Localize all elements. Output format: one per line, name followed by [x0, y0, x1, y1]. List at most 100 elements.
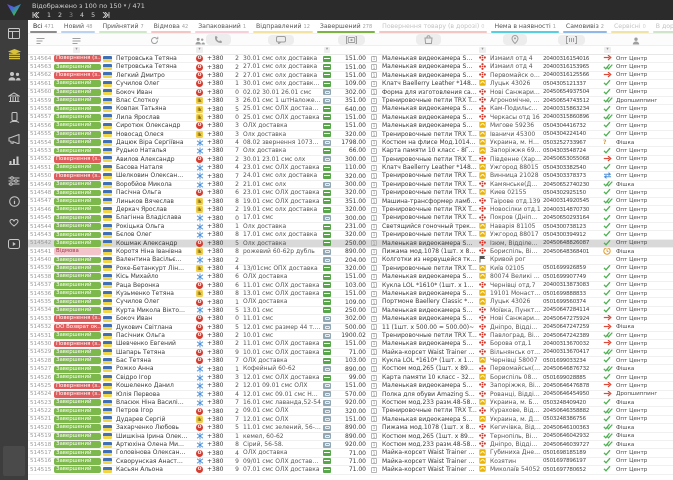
order-row-514559[interactable]: 514559 Завершений Влас Слоткоу lk +380 3 26.01… — [28, 96, 673, 106]
tracking-number[interactable]: 20400315863234 — [541, 105, 601, 112]
tracking-number[interactable]: 20450647247259 — [541, 324, 601, 331]
order-row-514525[interactable]: 514525 Повернення (з… Кошеленко Данил +380 2… — [28, 382, 673, 391]
order-row-514537[interactable]: 514537 Завершений Раца Веронка O +380 6 11.01 … — [28, 281, 673, 290]
order-row-514561[interactable]: 514561 Завершений Сучилов Олег O +380 1 30.01 … — [28, 80, 673, 89]
phone-number[interactable]: +380 — [205, 332, 231, 339]
order-row-514535[interactable]: 514535 Завершений Сучилов Олег O +380 1 ОЛХ до… — [28, 298, 673, 307]
order-row-514553[interactable]: 514553 Завершений Рудько Наталья +380 7 Олх д… — [28, 147, 673, 156]
tracking-number[interactable]: 20450648826087 — [541, 240, 601, 247]
tracking-number[interactable]: 20400313670032 — [541, 340, 601, 347]
phone-number[interactable]: +380 — [205, 290, 231, 297]
tracking-number[interactable]: 20450646476878 — [541, 382, 601, 389]
tracking-number[interactable]: 20450653055068 — [541, 156, 601, 163]
phone-number[interactable]: +380 — [205, 147, 231, 154]
phone-number[interactable]: +380 — [205, 223, 231, 230]
filter-dropdown-pay[interactable]: ▾ — [323, 47, 331, 53]
order-row-514516[interactable]: 514516 Завершений Скворунская Анаст… +380 9 0… — [28, 457, 673, 467]
order-row-514538[interactable]: 514538 Завершений Кісь Михайло +380 6 ОЛХ дос… — [28, 273, 673, 282]
tab-завершений[interactable]: Завершений 278 — [315, 20, 377, 33]
phone-number[interactable]: +380 — [205, 206, 231, 213]
order-row-514536[interactable]: 514536 Завершений Кузьменко Тетяна lk +380 8 1… — [28, 289, 673, 299]
order-row-514549[interactable]: 514549 Завершений Воробйов Микола +380 2 21.0… — [28, 180, 673, 190]
tracking-number[interactable]: 20450646039727 — [541, 441, 601, 448]
phone-number[interactable]: +380 — [205, 172, 231, 180]
phone-number[interactable]: +380 — [205, 231, 231, 238]
sidebar-item-dashboard[interactable] — [7, 27, 21, 40]
order-row-514552[interactable]: 514552 Повернення (з… Авилов Александр O +38… — [28, 155, 673, 165]
order-row-514560[interactable]: 514560 Завершений Бокоч Иван O +380 0 02.02 30… — [28, 88, 673, 97]
phone-number[interactable]: +380 — [205, 407, 231, 415]
phone-number[interactable]: +380 — [205, 240, 231, 247]
phone-number[interactable]: +380 — [205, 198, 231, 205]
order-row-514520[interactable]: 514520 Завершений Захарченко Любовь O +380 5 1… — [28, 424, 673, 433]
column-header-phone[interactable] — [205, 34, 231, 45]
sidebar-item-stats[interactable] — [7, 153, 21, 166]
filter-dropdown-status[interactable]: ▾ — [73, 47, 80, 53]
tab-всі[interactable]: Всі 471 — [28, 20, 59, 33]
phone-number[interactable]: +380 — [205, 298, 231, 306]
order-row-514518[interactable]: 514518 Завершений Артюхіна Олена Ми… +380 8 С… — [28, 440, 673, 450]
order-row-514529[interactable]: 514529 Завершений Шапарь Тетяна O +380 9 10.01… — [28, 348, 673, 358]
tab-повернення-товару-в-дорозі-[interactable]: Повернення товару (в дорозі) 0 — [377, 20, 489, 33]
phone-number[interactable]: +380 — [205, 105, 231, 113]
column-header-product[interactable] — [380, 34, 477, 45]
phone-number[interactable]: +380 — [205, 382, 231, 389]
sidebar-item-sales[interactable] — [7, 111, 21, 124]
phone-number[interactable]: +380 — [205, 131, 231, 138]
tracking-number[interactable]: 0501699560374 — [541, 298, 601, 305]
order-row-514523[interactable]: 514523 Завершений Власюк Ніна Василі… +380 7… — [28, 399, 673, 408]
tab-в-дорозі-додому[interactable]: В дорозі додому0 — [651, 20, 673, 33]
tracking-number[interactable]: 20450646454950 — [541, 391, 601, 398]
order-row-514554[interactable]: 514554 Завершений Дацюк Віра Сергіївна +380… — [28, 138, 673, 148]
sidebar-footer[interactable] — [3, 446, 25, 476]
tracking-number[interactable]: 0501699907749 — [541, 273, 601, 280]
tab-сервісні[interactable]: Сервісні 0 — [609, 20, 651, 33]
tracking-number[interactable]: 0501699926859 — [541, 265, 601, 272]
phone-number[interactable]: +380 — [205, 55, 231, 62]
phone-number[interactable]: +380 — [205, 399, 231, 406]
order-row-514562[interactable]: 514562 Повернення (з… Легкий Дмитро O +380 2 2… — [28, 71, 673, 81]
tracking-number[interactable]: 0504303378373 — [541, 172, 601, 179]
order-row-514533[interactable]: 514533 Повернення (з… Бокоч Иван O +380 0 11.0… — [28, 315, 673, 324]
filter-dropdown-carrier[interactable]: ▾ — [479, 47, 486, 53]
column-header-comment[interactable] — [241, 34, 321, 45]
order-row-514528[interactable]: 514528 Завершений Бас Тетяна O +380 7 ОЛХ дост… — [28, 357, 673, 366]
filter-dropdown-check[interactable]: ▾ — [604, 47, 611, 53]
tracking-number[interactable]: 0504300394912 — [541, 231, 601, 238]
tracking-number[interactable]: 0501699888833 — [541, 290, 601, 297]
phone-number[interactable]: +380 — [205, 349, 231, 356]
order-row-514558[interactable]: 514558 Завершений Ковпак Татьяна lk +380 5 25.… — [28, 105, 673, 114]
column-header-id[interactable] — [28, 34, 52, 45]
phone-number[interactable]: +380 — [205, 458, 231, 465]
order-row-514539[interactable]: 514539 Завершений Роке-Бетанкурт Лін… lk +38… — [28, 264, 673, 274]
order-row-514546[interactable]: 514546 Завершений Деркач Ярослав lk +380 2 19.… — [28, 206, 673, 215]
phone-number[interactable]: +380 — [205, 357, 231, 364]
tab-нема-в-наявності[interactable]: Нема в наявності 1 — [489, 20, 560, 33]
order-row-514526[interactable]: 514526 Завершений Свідро Ігор +380 3 12.01 см… — [28, 373, 673, 383]
tracking-number[interactable]: 20450648368401 — [541, 248, 601, 255]
tracking-number[interactable]: 20450647242389 — [541, 332, 601, 339]
order-row-514534[interactable]: 514534 Завершений Курта Микола Вікто… +380 5… — [28, 306, 673, 316]
sidebar-item-support[interactable] — [7, 216, 21, 229]
tracking-number[interactable]: 20400316153965 — [541, 63, 601, 70]
order-row-514545[interactable]: 514545 Завершений Благінна Владіслава +380 0… — [28, 214, 673, 223]
phone-number[interactable]: +380 — [205, 273, 231, 280]
phone-number[interactable]: +380 — [205, 156, 231, 163]
phone-number[interactable]: +380 — [205, 340, 231, 347]
tracking-number[interactable]: 0504304416732 — [541, 122, 601, 129]
phone-number[interactable]: +380 — [205, 282, 231, 289]
order-row-514548[interactable]: 514548 Завершений Пасічна Ольга O +380 6 23.01… — [28, 189, 673, 198]
phone-number[interactable]: +380 — [205, 374, 231, 381]
phone-number[interactable]: +380 — [205, 265, 231, 272]
tracking-number[interactable]: 20400316125566 — [541, 72, 601, 79]
page-number-5[interactable]: 5 — [91, 12, 95, 19]
tracking-number[interactable]: 20400313670417 — [541, 349, 601, 356]
tab-самовивіз[interactable]: Самовивіз 2 — [561, 20, 609, 33]
tab-відмова[interactable]: Відмова 42 — [149, 20, 194, 33]
tracking-number[interactable]: 20450646358882 — [541, 407, 601, 414]
order-row-514524[interactable]: 514524 Повернення (з… Юлія Первова +380 4 12.… — [28, 390, 673, 400]
tracking-number[interactable]: 0504305121337 — [541, 80, 601, 87]
order-row-514532[interactable]: 514532 DO Возврат ок… Дукович Світлана O +38… — [28, 323, 673, 332]
tracking-number[interactable]: 0501698185189 — [541, 449, 601, 456]
order-row-514542[interactable]: 514542 Завершений Кошмак Александр O +380 5 Ол… — [28, 239, 673, 248]
